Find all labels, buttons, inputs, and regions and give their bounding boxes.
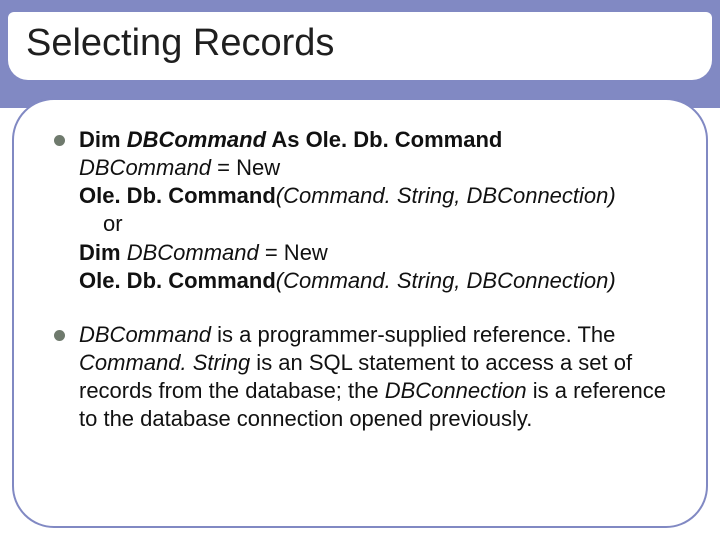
- explain-text: is a programmer-supplied reference. The: [211, 322, 615, 347]
- bullet-dot-icon: [54, 330, 65, 341]
- title-plate: Selecting Records: [8, 12, 712, 80]
- content-box: Dim DBCommand As Ole. Db. Command DBComm…: [12, 98, 708, 528]
- slide-title: Selecting Records: [26, 22, 694, 65]
- bullet-list: Dim DBCommand As Ole. Db. Command DBComm…: [54, 126, 672, 460]
- code-ident: DBCommand: [79, 155, 211, 180]
- code-args: (Command. String, DBConnection): [276, 268, 616, 293]
- code-args: (Command. String, DBConnection): [276, 183, 616, 208]
- bullet-body: DBCommand is a programmer-supplied refer…: [79, 321, 672, 434]
- code-keyword: Dim: [79, 240, 127, 265]
- slide: Selecting Records Dim DBCommand As Ole. …: [0, 0, 720, 540]
- code-ident: DBCommand: [127, 240, 259, 265]
- term-dbcommand: DBCommand: [79, 322, 211, 347]
- code-assign: = New: [211, 155, 280, 180]
- code-type: Ole. Db. Command: [79, 183, 276, 208]
- code-keyword: Dim: [79, 127, 127, 152]
- term-dbconnection: DBConnection: [385, 378, 527, 403]
- bullet-body: Dim DBCommand As Ole. Db. Command DBComm…: [79, 126, 672, 295]
- code-assign: = New: [259, 240, 328, 265]
- code-ident: DBCommand: [127, 127, 266, 152]
- code-or: or: [79, 210, 672, 238]
- bullet-dot-icon: [54, 135, 65, 146]
- code-type: Ole. Db. Command: [79, 268, 276, 293]
- bullet-item-2: DBCommand is a programmer-supplied refer…: [54, 321, 672, 434]
- code-type: As Ole. Db. Command: [266, 127, 502, 152]
- bullet-item-1: Dim DBCommand As Ole. Db. Command DBComm…: [54, 126, 672, 295]
- term-commandstring: Command. String: [79, 350, 250, 375]
